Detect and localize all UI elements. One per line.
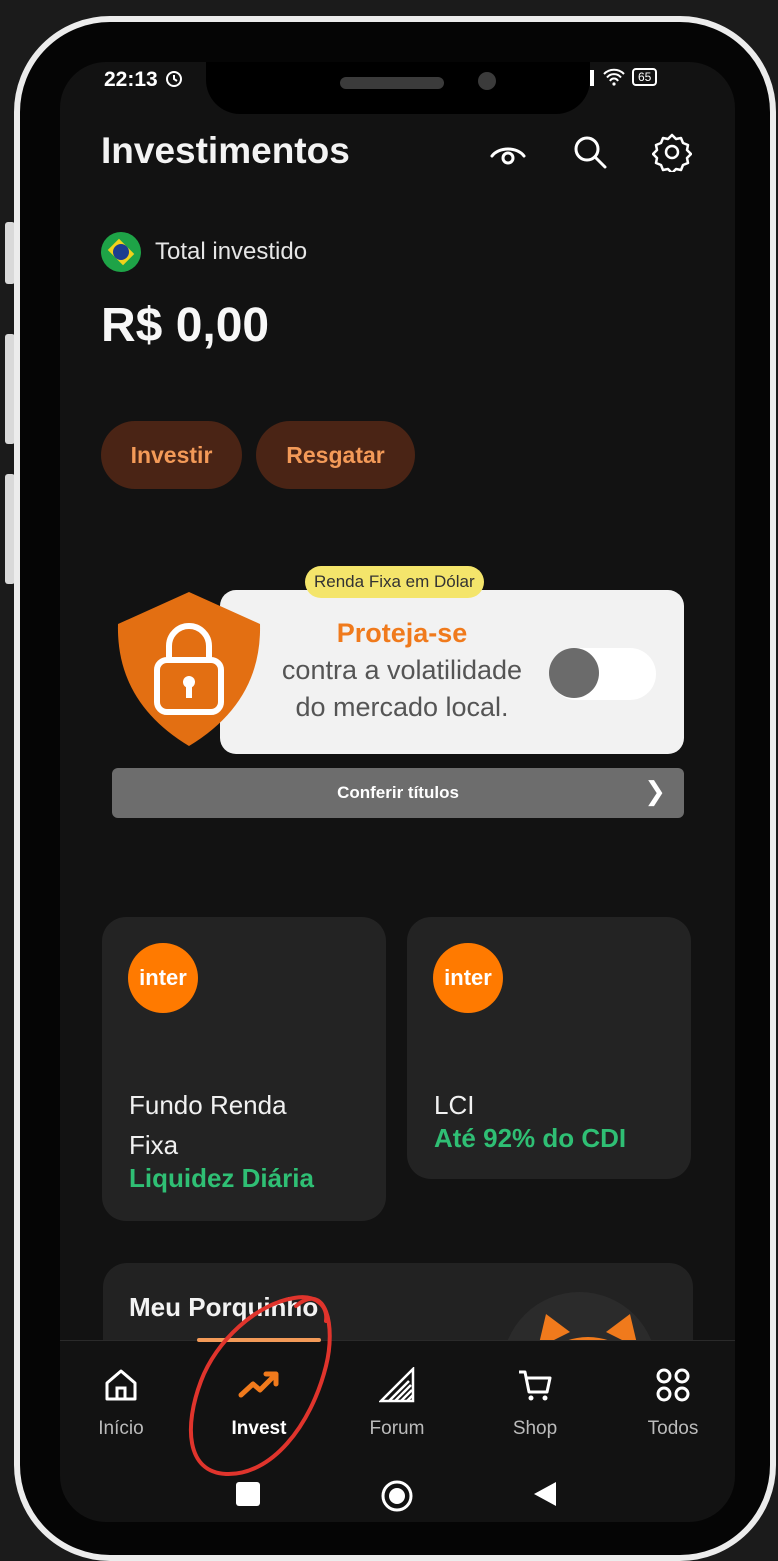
product-card-fundo-renda-fixa[interactable]: inter Fundo Renda Fixa Liquidez Diária bbox=[102, 917, 386, 1221]
search-icon bbox=[574, 136, 607, 169]
promo-line-2: do mercado local. bbox=[295, 692, 509, 722]
nav-item-invest[interactable]: Invest bbox=[209, 1362, 309, 1440]
status-time: 22:13 bbox=[104, 68, 184, 92]
inter-logo: inter bbox=[433, 943, 503, 1013]
promo-headline: Proteja-se bbox=[336, 618, 468, 648]
view-bonds-button[interactable]: Conferir títulos ❯ bbox=[112, 768, 684, 818]
shield-lock-icon bbox=[117, 592, 261, 746]
alarm-icon bbox=[165, 71, 182, 87]
nav-label: Início bbox=[98, 1418, 144, 1439]
product-card-lci[interactable]: inter LCI Até 92% do CDI bbox=[407, 917, 691, 1179]
wifi-icon bbox=[603, 68, 625, 86]
invest-button[interactable]: Investir bbox=[101, 421, 242, 489]
nav-item-todos[interactable]: Todos bbox=[623, 1362, 723, 1440]
nav-item-inicio[interactable]: Início bbox=[71, 1362, 171, 1440]
nav-label: Shop bbox=[512, 1418, 558, 1439]
promo-tag: Renda Fixa em Dólar bbox=[305, 566, 484, 598]
forum-icon bbox=[379, 1367, 415, 1403]
piggy-bank-title: Meu Porquinho bbox=[129, 1292, 319, 1322]
trending-up-icon bbox=[238, 1371, 279, 1398]
gear-icon bbox=[652, 133, 692, 172]
product-title: Fundo Renda Fixa bbox=[129, 1090, 287, 1160]
visibility-toggle-button[interactable] bbox=[486, 130, 530, 174]
view-bonds-label: Conferir títulos bbox=[337, 783, 459, 802]
cart-icon bbox=[519, 1370, 552, 1401]
battery-icon: 65 bbox=[632, 68, 658, 86]
inter-logo: inter bbox=[128, 943, 198, 1013]
promo-line-1: contra a volatilidade bbox=[281, 655, 523, 685]
nav-label: Forum bbox=[369, 1418, 425, 1439]
status-indicators: 65 bbox=[588, 68, 658, 86]
total-invested-amount: R$ 0,00 bbox=[101, 299, 270, 352]
chevron-right-icon: ❯ bbox=[644, 776, 666, 806]
home-icon bbox=[105, 1369, 137, 1401]
home-system-button[interactable] bbox=[379, 1478, 415, 1514]
total-invested-row: Total investido bbox=[101, 232, 307, 272]
settings-button[interactable] bbox=[650, 130, 694, 174]
product-title: LCI bbox=[434, 1090, 475, 1120]
active-tab-indicator bbox=[197, 1338, 321, 1342]
promo-toggle[interactable] bbox=[549, 648, 656, 700]
eye-icon bbox=[490, 147, 526, 165]
nav-item-shop[interactable]: Shop bbox=[485, 1362, 585, 1440]
nav-label: Invest bbox=[231, 1418, 287, 1439]
recents-button[interactable] bbox=[232, 1478, 264, 1510]
nav-item-forum[interactable]: Forum bbox=[347, 1362, 447, 1440]
back-button[interactable] bbox=[530, 1478, 562, 1510]
grid-icon bbox=[656, 1368, 690, 1402]
product-subtitle: Liquidez Diária bbox=[129, 1163, 314, 1193]
total-invested-label: Total investido bbox=[155, 238, 308, 265]
search-button[interactable] bbox=[568, 130, 612, 174]
camera-notch bbox=[206, 62, 590, 114]
nav-label: Todos bbox=[647, 1418, 699, 1439]
redeem-button[interactable]: Resgatar bbox=[256, 421, 415, 489]
brazil-flag-icon bbox=[101, 232, 141, 272]
product-subtitle: Até 92% do CDI bbox=[434, 1123, 627, 1153]
page-title: Investimentos bbox=[101, 130, 350, 171]
